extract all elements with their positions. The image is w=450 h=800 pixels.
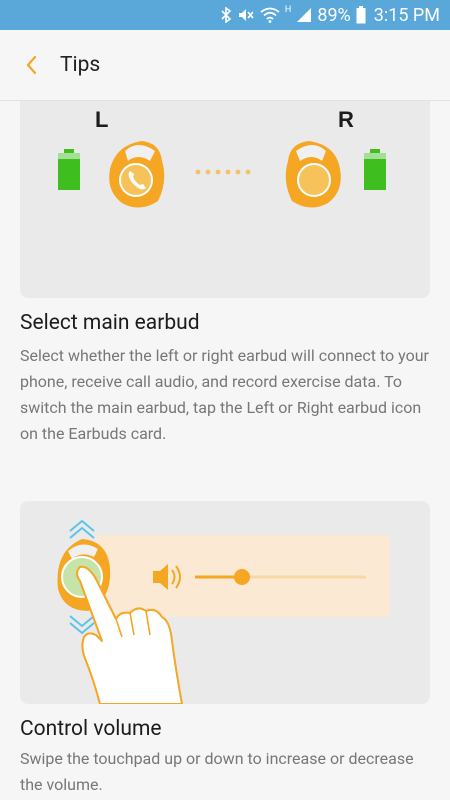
signal-icon (297, 8, 312, 22)
earbud-illustration-card: L R (20, 101, 430, 298)
connection-dots (195, 169, 251, 175)
right-earbud-label: R (338, 107, 354, 132)
back-button[interactable] (18, 50, 48, 80)
battery-icon (356, 6, 366, 24)
section-text-select-main-earbud: Select whether the left or right earbud … (20, 346, 429, 443)
wifi-icon (260, 7, 280, 23)
status-bar: H 89% 3:15 PM (0, 0, 450, 30)
status-time: 3:15 PM (373, 4, 440, 26)
mute-icon (238, 9, 254, 21)
volume-illustration-card (20, 501, 430, 705)
left-earbud-icon[interactable] (109, 141, 165, 208)
left-earbud-label: L (95, 107, 108, 132)
right-earbud-icon[interactable] (285, 141, 341, 208)
section-title-control-volume: Control volume (20, 717, 162, 741)
bluetooth-icon (221, 7, 232, 23)
battery-percent: 89% (317, 4, 351, 26)
network-type: H (284, 5, 292, 15)
swipe-up-icon (69, 519, 95, 539)
earbud-illustration: L R (58, 107, 386, 208)
swipe-down-icon (69, 615, 95, 635)
page-title: Tips (60, 53, 101, 77)
section-text-control-volume: Swipe the touchpad up or down to increas… (20, 749, 414, 794)
volume-slider-thumb (234, 569, 250, 585)
left-battery-icon (58, 149, 80, 190)
volume-illustration (57, 519, 390, 705)
status-icons: H 89% 3:15 PM (220, 0, 440, 30)
section-title-select-main-earbud: Select main earbud (20, 311, 200, 335)
right-battery-icon (364, 149, 386, 190)
chevron-left-icon (26, 55, 37, 75)
app-bar: Tips (0, 30, 450, 101)
tips-content[interactable]: L R Select main earbud Select whether th… (0, 101, 450, 800)
